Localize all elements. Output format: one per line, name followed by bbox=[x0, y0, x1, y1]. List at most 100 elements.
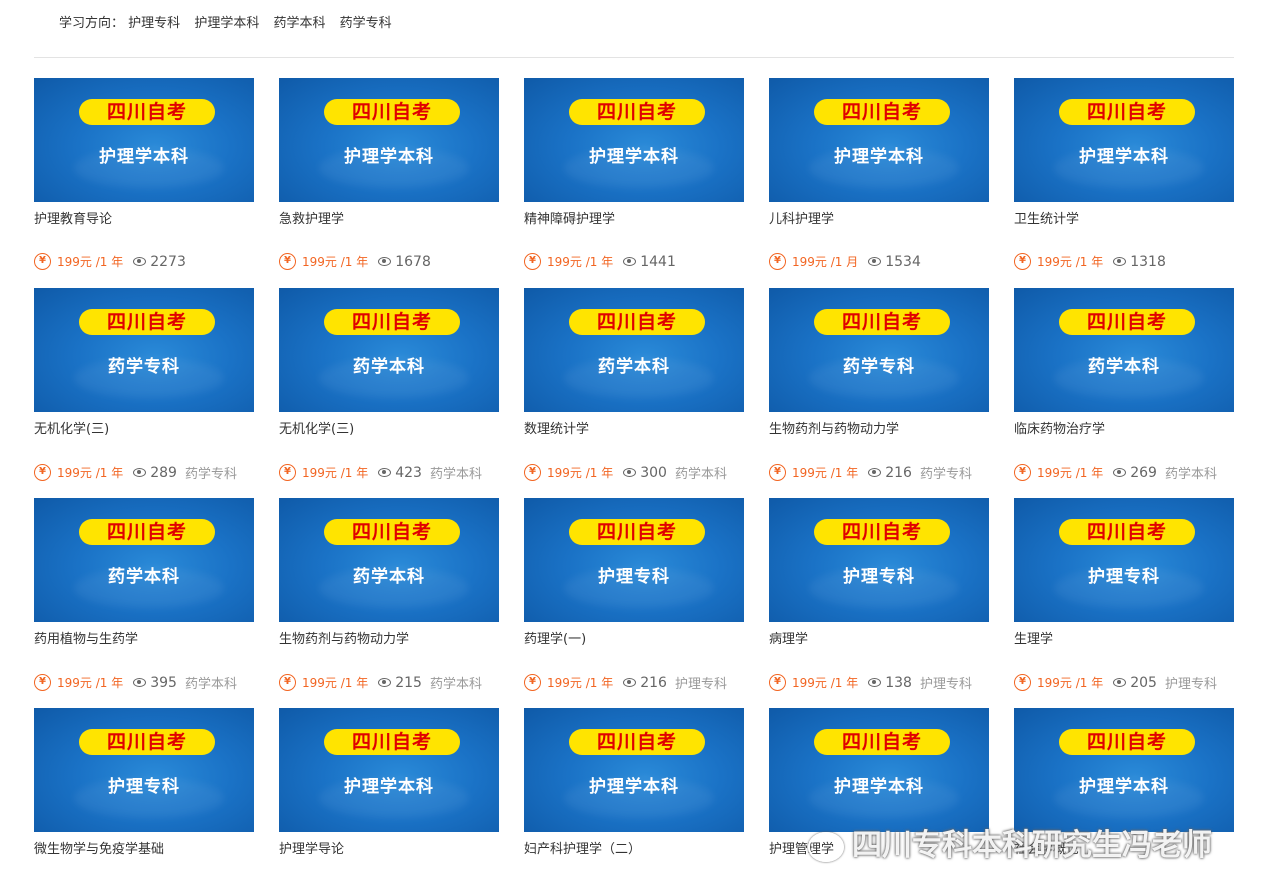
view-count: 423 bbox=[395, 464, 422, 481]
thumbnail-program-label: 药学专科 bbox=[843, 357, 915, 377]
study-direction-filter: 学习方向： 护理专科 护理学本科 药学本科 药学专科 bbox=[59, 12, 402, 31]
yen-icon: ¥ bbox=[34, 674, 51, 691]
view-count: 1318 bbox=[1130, 253, 1166, 270]
course-card[interactable]: 四川自考 护理专科药理学(一) ¥199元 /1 年 216 护理专科 bbox=[524, 498, 744, 698]
course-title[interactable]: 精神障碍护理学 bbox=[524, 208, 615, 227]
course-title[interactable]: 临床药物治疗学 bbox=[1014, 418, 1105, 437]
course-card[interactable]: 四川自考 护理学本科 卫生统计学 ¥199元 /1 年 1318 bbox=[1014, 78, 1234, 278]
course-card[interactable]: 四川自考 护理学本科护理学导论 bbox=[279, 708, 499, 871]
course-category[interactable]: 药学本科 bbox=[185, 677, 237, 692]
course-thumbnail[interactable]: 四川自考 护理学本科 bbox=[1014, 78, 1234, 202]
course-title[interactable]: 病理学 bbox=[769, 628, 808, 647]
course-title[interactable]: 卫生统计学 bbox=[1014, 208, 1079, 227]
course-price: 199元 /1 年 bbox=[1037, 255, 1104, 269]
filter-option-pharmacy-bachelor[interactable]: 药学本科 bbox=[273, 16, 325, 31]
course-category[interactable]: 护理专科 bbox=[1165, 677, 1217, 692]
course-thumbnail[interactable]: 四川自考 药学本科 bbox=[279, 498, 499, 622]
course-card[interactable]: 四川自考 药学本科 临床药物治疗学 ¥199元 /1 年 269 药学本科 bbox=[1014, 288, 1234, 488]
course-thumbnail[interactable]: 四川自考 药学本科 bbox=[34, 498, 254, 622]
course-thumbnail[interactable]: 四川自考 护理学本科 bbox=[1014, 708, 1234, 832]
course-card[interactable]: 四川自考 药学专科 无机化学(三) ¥199元 /1 年 289 药学专科 bbox=[34, 288, 254, 488]
course-thumbnail[interactable]: 四川自考 药学本科 bbox=[524, 288, 744, 412]
thumbnail-program-label: 护理学本科 bbox=[344, 147, 434, 167]
course-thumbnail[interactable]: 四川自考 护理专科 bbox=[524, 498, 744, 622]
course-price: 199元 /1 年 bbox=[547, 676, 614, 690]
course-card[interactable]: 四川自考 药学本科 生物药剂与药物动力学 ¥199元 /1 年 215 药学本科 bbox=[279, 498, 499, 698]
course-category[interactable]: 药学本科 bbox=[430, 677, 482, 692]
course-thumbnail[interactable]: 四川自考 护理专科 bbox=[34, 708, 254, 832]
course-title[interactable]: 生理学 bbox=[1014, 628, 1053, 647]
course-thumbnail[interactable]: 四川自考 护理学本科 bbox=[524, 78, 744, 202]
course-card[interactable]: 四川自考 护理专科微生物学与免疫学基础 bbox=[34, 708, 254, 871]
course-card[interactable]: 四川自考 护理学本科 儿科护理学 ¥199元 /1 月 1534 bbox=[769, 78, 989, 278]
course-card[interactable]: 四川自考 药学本科数理统计学 ¥199元 /1 年 300 药学本科 bbox=[524, 288, 744, 488]
course-title[interactable]: 护理教育导论 bbox=[34, 208, 112, 227]
course-thumbnail[interactable]: 四川自考 药学本科 bbox=[279, 288, 499, 412]
course-category[interactable]: 药学专科 bbox=[185, 467, 237, 482]
course-price: 199元 /1 年 bbox=[1037, 676, 1104, 690]
course-card[interactable]: 四川自考 药学本科 药用植物与生药学 ¥199元 /1 年 395 药学本科 bbox=[34, 498, 254, 698]
course-title[interactable]: 急救护理学 bbox=[279, 208, 344, 227]
view-count: 1534 bbox=[885, 253, 921, 270]
course-thumbnail[interactable]: 四川自考 护理专科 bbox=[1014, 498, 1234, 622]
thumbnail-program-label: 护理专科 bbox=[598, 567, 670, 587]
course-thumbnail[interactable]: 四川自考 药学本科 bbox=[1014, 288, 1234, 412]
course-thumbnail[interactable]: 四川自考 护理学本科 bbox=[524, 708, 744, 832]
course-card[interactable]: 四川自考 护理学本科 护理教育导论 ¥199元 /1 年 2273 bbox=[34, 78, 254, 278]
thumbnail-program-label: 护理学本科 bbox=[589, 777, 679, 797]
course-title[interactable]: 药用植物与生药学 bbox=[34, 628, 138, 647]
course-card[interactable]: 四川自考 护理学本科急救护理学 ¥199元 /1 年 1678 bbox=[279, 78, 499, 278]
course-price: 199元 /1 年 bbox=[302, 255, 369, 269]
exam-badge: 四川自考 bbox=[1059, 309, 1195, 335]
course-thumbnail[interactable]: 四川自考 护理学本科 bbox=[769, 708, 989, 832]
yen-icon: ¥ bbox=[1014, 674, 1031, 691]
course-meta: ¥199元 /1 年 1678 bbox=[279, 253, 499, 271]
course-category[interactable]: 护理专科 bbox=[920, 677, 972, 692]
view-count: 205 bbox=[1130, 674, 1157, 691]
yen-icon: ¥ bbox=[34, 253, 51, 270]
filter-option-pharmacy-college[interactable]: 药学专科 bbox=[340, 16, 392, 31]
course-category[interactable]: 药学本科 bbox=[1165, 467, 1217, 482]
course-thumbnail[interactable]: 四川自考 护理学本科 bbox=[34, 78, 254, 202]
course-thumbnail[interactable]: 四川自考 护理学本科 bbox=[279, 708, 499, 832]
exam-badge: 四川自考 bbox=[79, 729, 215, 755]
view-count: 1441 bbox=[640, 253, 676, 270]
course-card[interactable]: 四川自考 护理专科 病理学 ¥199元 /1 年 138 护理专科 bbox=[769, 498, 989, 698]
course-title[interactable]: 儿科护理学 bbox=[769, 208, 834, 227]
filter-option-nursing-college[interactable]: 护理专科 bbox=[128, 16, 180, 31]
course-title[interactable]: 妇产科护理学（二） bbox=[524, 838, 641, 857]
course-price: 199元 /1 年 bbox=[792, 676, 859, 690]
course-thumbnail[interactable]: 四川自考 护理学本科 bbox=[279, 78, 499, 202]
watermark-text: 四川专科本科研究生冯老师 bbox=[852, 828, 1212, 863]
course-meta: ¥199元 /1 年 216 护理专科 bbox=[524, 673, 744, 692]
course-title[interactable]: 数理统计学 bbox=[524, 418, 589, 437]
view-count: 395 bbox=[150, 674, 177, 691]
eye-icon bbox=[133, 257, 147, 266]
course-card[interactable]: 四川自考 药学专科 生物药剂与药物动力学 ¥199元 /1 年 216 药学专科 bbox=[769, 288, 989, 488]
course-title[interactable]: 生物药剂与药物动力学 bbox=[769, 418, 899, 437]
exam-badge: 四川自考 bbox=[1059, 519, 1195, 545]
course-title[interactable]: 药理学(一) bbox=[524, 628, 586, 647]
course-category[interactable]: 护理专科 bbox=[675, 677, 727, 692]
view-count: 216 bbox=[885, 464, 912, 481]
course-title[interactable]: 护理学导论 bbox=[279, 838, 344, 857]
course-category[interactable]: 药学本科 bbox=[675, 467, 727, 482]
course-card[interactable]: 四川自考 护理专科生理学 ¥199元 /1 年 205 护理专科 bbox=[1014, 498, 1234, 698]
course-category[interactable]: 药学本科 bbox=[430, 467, 482, 482]
course-title[interactable]: 生物药剂与药物动力学 bbox=[279, 628, 409, 647]
course-title[interactable]: 无机化学(三) bbox=[279, 418, 354, 437]
course-thumbnail[interactable]: 四川自考 药学专科 bbox=[769, 288, 989, 412]
course-card[interactable]: 四川自考 药学本科 无机化学(三) ¥199元 /1 年 423 药学本科 bbox=[279, 288, 499, 488]
course-thumbnail[interactable]: 四川自考 护理专科 bbox=[769, 498, 989, 622]
exam-badge: 四川自考 bbox=[1059, 729, 1195, 755]
course-card[interactable]: 四川自考 护理学本科妇产科护理学（二） bbox=[524, 708, 744, 871]
course-thumbnail[interactable]: 四川自考 药学专科 bbox=[34, 288, 254, 412]
course-thumbnail[interactable]: 四川自考 护理学本科 bbox=[769, 78, 989, 202]
course-card[interactable]: 四川自考 护理学本科 精神障碍护理学 ¥199元 /1 年 1441 bbox=[524, 78, 744, 278]
course-price: 199元 /1 年 bbox=[547, 255, 614, 269]
course-category[interactable]: 药学专科 bbox=[920, 467, 972, 482]
course-title[interactable]: 无机化学(三) bbox=[34, 418, 109, 437]
course-meta: ¥199元 /1 年 300 药学本科 bbox=[524, 463, 744, 482]
filter-option-nursing-bachelor[interactable]: 护理学本科 bbox=[194, 16, 259, 31]
course-title[interactable]: 微生物学与免疫学基础 bbox=[34, 838, 164, 857]
